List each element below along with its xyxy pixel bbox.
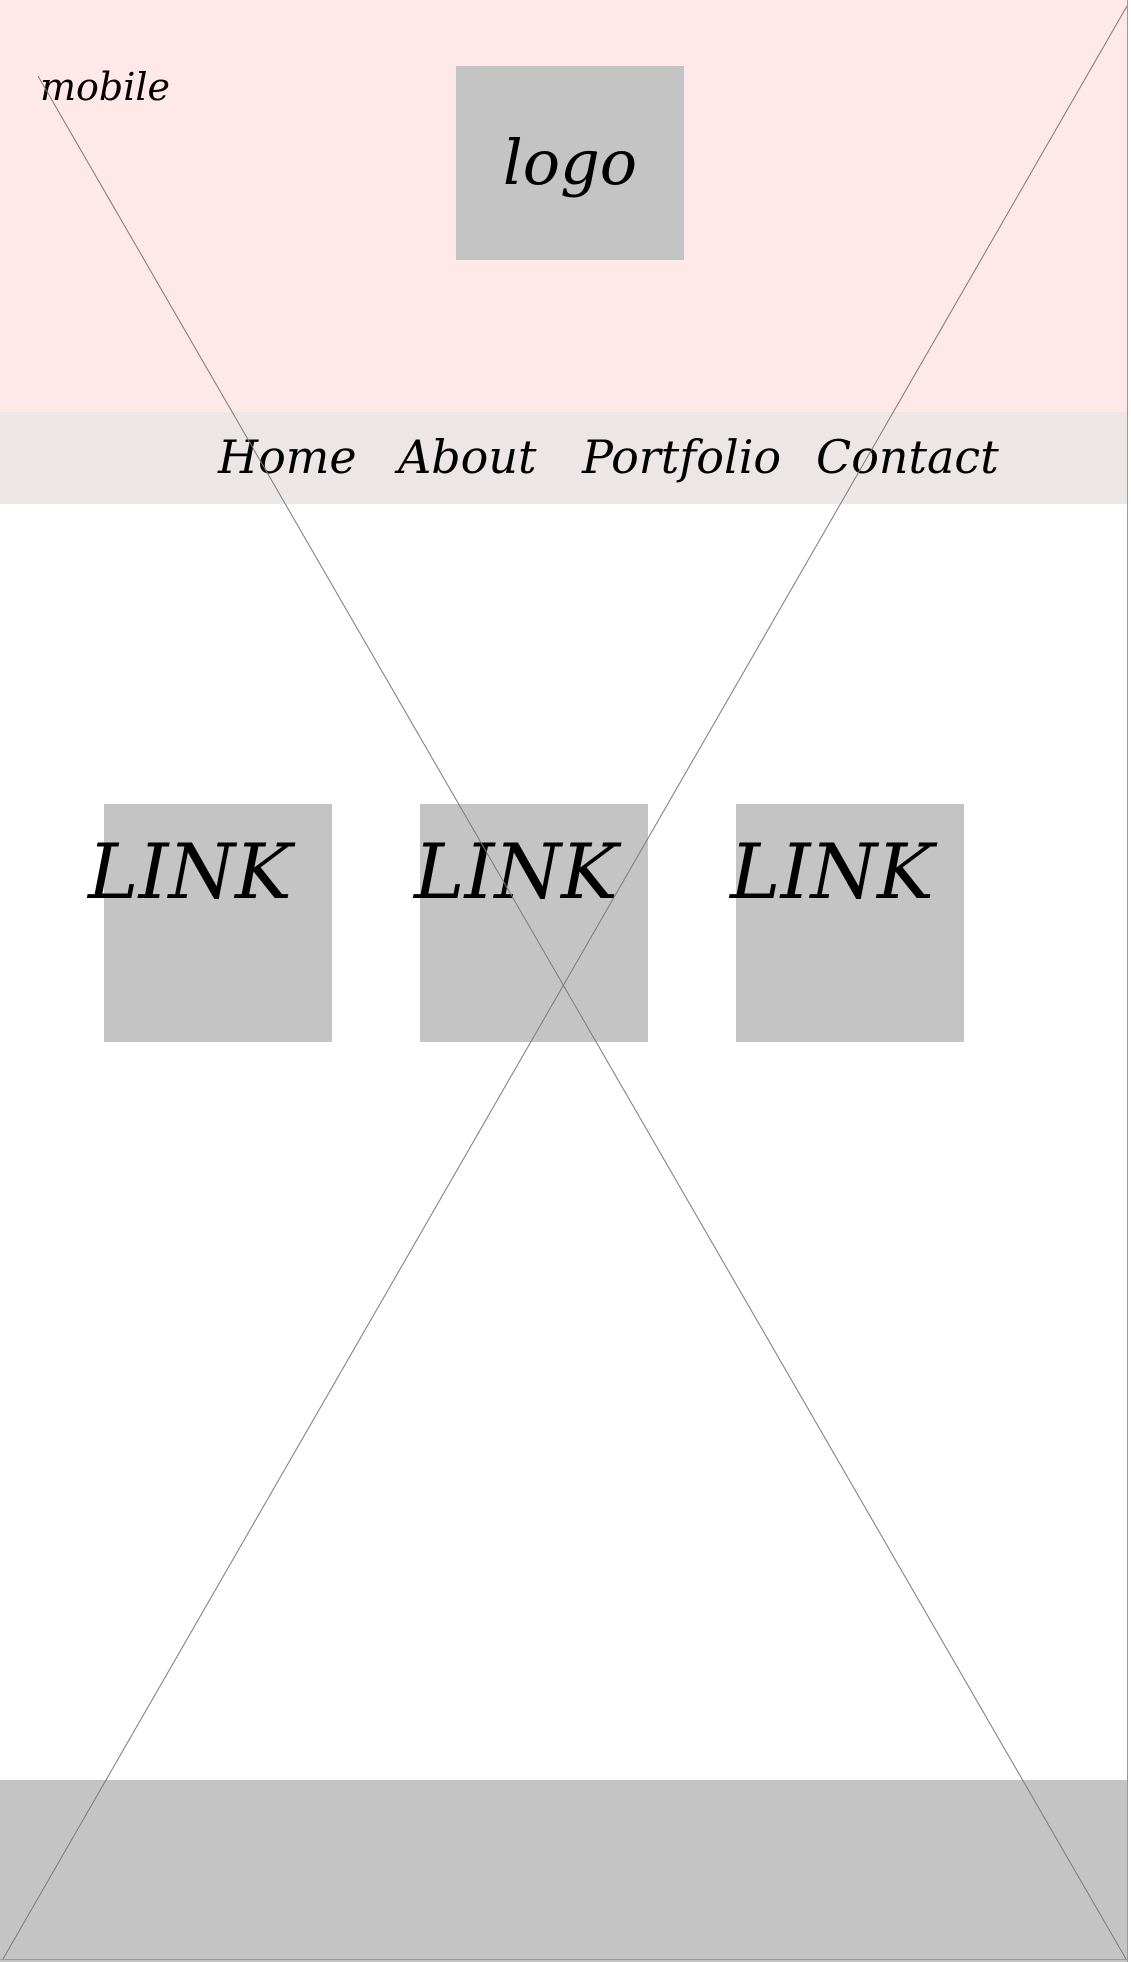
footer: [0, 1780, 1128, 1962]
link-label-2[interactable]: LINK: [414, 834, 618, 910]
page-right-border: [1127, 0, 1128, 1962]
nav-item-portfolio[interactable]: Portfolio: [582, 432, 781, 483]
header: mobile logo: [0, 0, 1128, 412]
nav-item-home[interactable]: Home: [218, 432, 357, 483]
wireframe-page: mobile logo Home About Portfolio Contact…: [0, 0, 1131, 1962]
logo-placeholder[interactable]: logo: [456, 66, 684, 260]
nav-bar: Home About Portfolio Contact: [0, 412, 1128, 504]
nav-item-contact[interactable]: Contact: [816, 432, 999, 483]
device-label: mobile: [40, 65, 171, 109]
logo-text: logo: [502, 126, 638, 199]
page-bottom-border: [0, 1959, 1128, 1960]
link-label-3[interactable]: LINK: [730, 834, 934, 910]
link-label-1[interactable]: LINK: [88, 834, 292, 910]
nav-item-about[interactable]: About: [398, 432, 536, 483]
